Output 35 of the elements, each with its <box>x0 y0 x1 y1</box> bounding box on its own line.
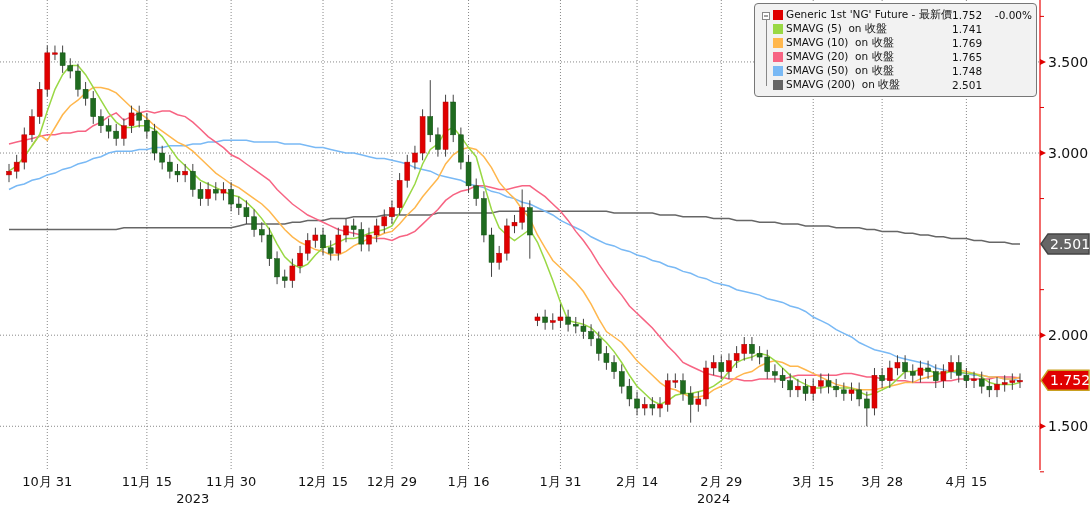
series-value: 1.752 <box>952 9 983 21</box>
series-value: 1.769 <box>952 37 983 49</box>
series-name: SMAVG (10) on 收盤 <box>786 36 895 50</box>
candle <box>527 199 533 260</box>
change-percent: -0.00% <box>994 9 1032 21</box>
axis-label: 4月 15 <box>945 474 988 489</box>
series-value: 1.765 <box>952 51 983 63</box>
axis-label: 12月 15 <box>297 474 349 489</box>
axis-label: 2.000 <box>1048 327 1089 344</box>
series-value: 2.501 <box>952 79 983 91</box>
axis-label: 1月 31 <box>539 474 582 489</box>
series-value: 1.741 <box>952 23 983 35</box>
year-label: 2023 <box>176 491 210 506</box>
axis-label: 3.500 <box>1048 53 1089 70</box>
axis-label: 2月 29 <box>700 474 743 489</box>
axis-label: 3月 28 <box>861 474 904 489</box>
axis-label: 1月 16 <box>447 474 490 489</box>
series-value: 1.748 <box>952 65 983 77</box>
series-name: SMAVG (5) on 收盤 <box>786 22 888 36</box>
axis-label: 2月 14 <box>616 474 658 489</box>
year-label: 2024 <box>697 491 731 506</box>
price-tag: 1.752 <box>1040 369 1090 392</box>
axis-label: 3.000 <box>1048 145 1089 161</box>
axis-label: 11月 15 <box>121 474 172 489</box>
axis-label: 11月 30 <box>206 474 257 489</box>
series-name: SMAVG (200) on 收盤 <box>786 78 902 92</box>
axis-label: 10月 31 <box>22 474 73 489</box>
collapse-icon[interactable] <box>762 12 770 20</box>
axis-label: 12月 29 <box>366 474 418 489</box>
axis-label: 1.500 <box>1048 418 1089 435</box>
series-name: SMAVG (50) on 收盤 <box>786 64 895 78</box>
axis-label: 3月 15 <box>792 474 835 489</box>
series-name: SMAVG (20) on 收盤 <box>786 50 895 64</box>
series-name: Generic 1st 'NG' Future - 最新價 <box>786 8 952 22</box>
price-tag: 2.501 <box>1040 233 1090 255</box>
